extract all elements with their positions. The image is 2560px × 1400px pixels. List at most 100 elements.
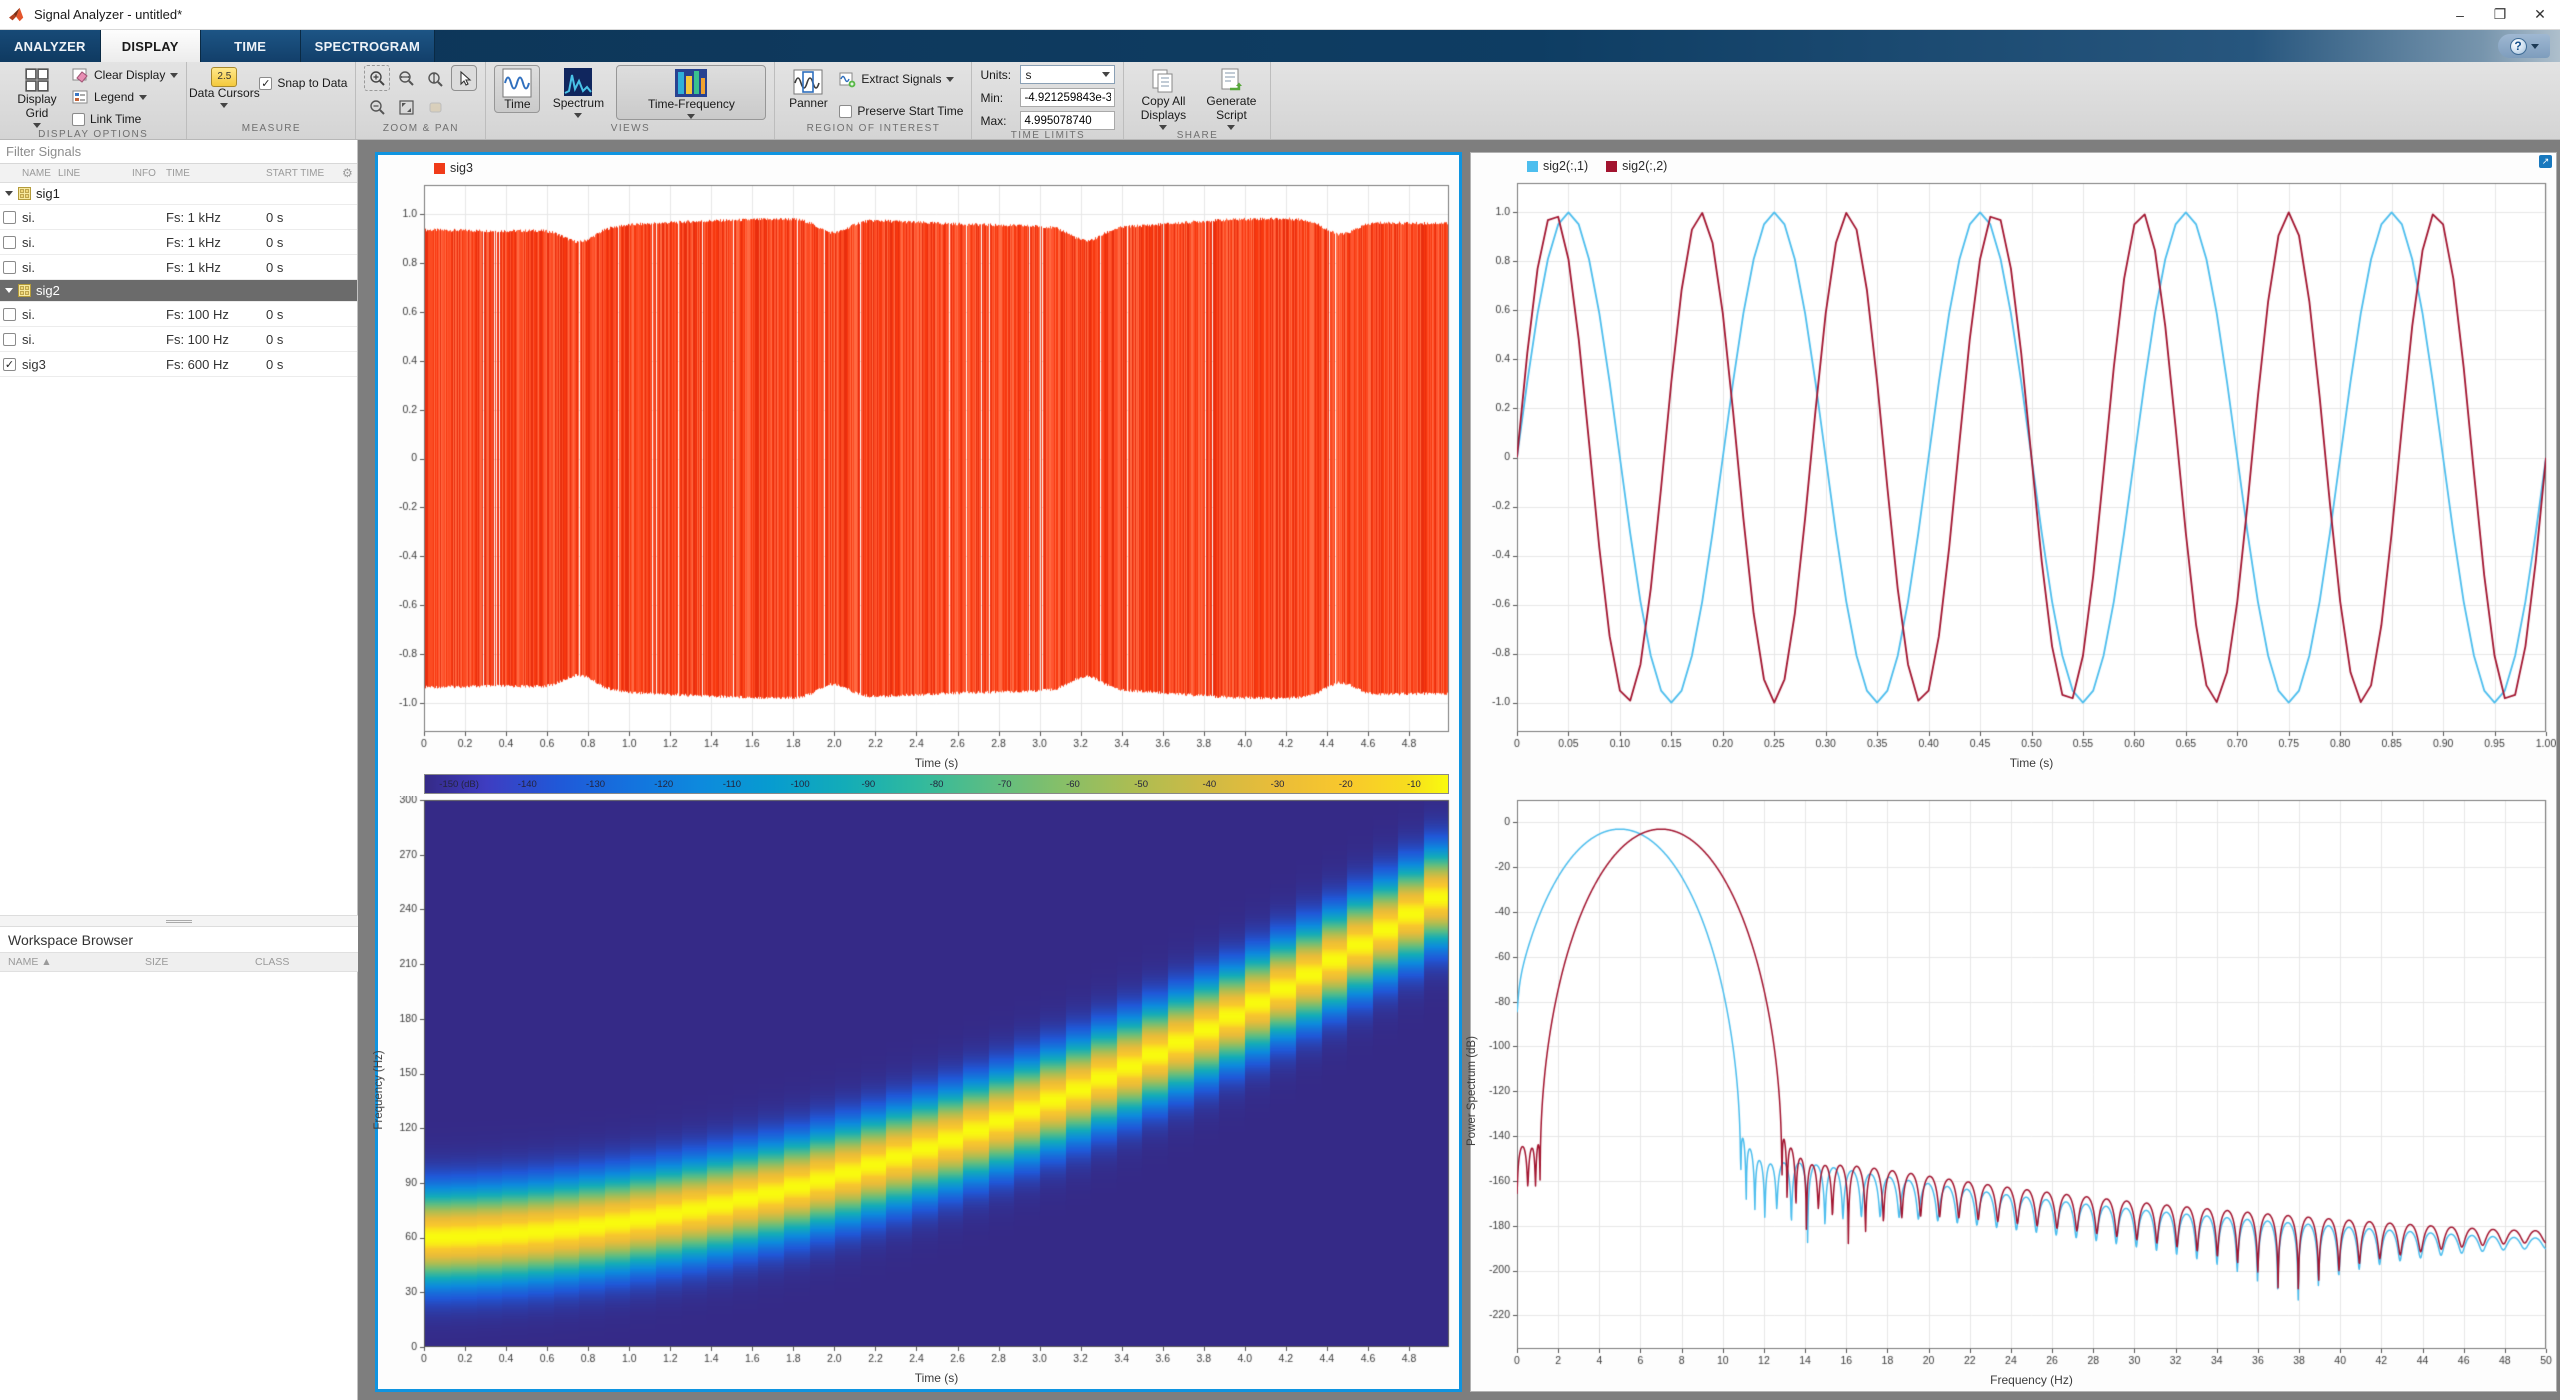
checkbox-unchecked-icon[interactable] bbox=[3, 261, 16, 274]
colorbar-tick: -130 bbox=[561, 779, 629, 790]
sig2-time-plot-canvas[interactable] bbox=[1471, 179, 2556, 756]
fit-to-view-button[interactable] bbox=[393, 94, 419, 120]
chevron-down-icon bbox=[946, 77, 954, 82]
filter-signals-input[interactable] bbox=[0, 140, 357, 164]
maximize-display-icon[interactable]: ↗ bbox=[2539, 155, 2552, 168]
section-zoom-pan: ZOOM & PAN bbox=[356, 62, 486, 139]
signal-row-si.[interactable]: si.Fs: 100 Hz0 s bbox=[0, 327, 357, 352]
chevron-down-icon bbox=[139, 95, 147, 100]
column-header[interactable]: INFO bbox=[132, 168, 166, 179]
colorbar-tick: -40 bbox=[1175, 779, 1243, 790]
checkbox-unchecked-icon[interactable] bbox=[3, 333, 16, 346]
column-header[interactable]: NAME bbox=[22, 168, 58, 179]
legend-button[interactable]: Legend bbox=[72, 87, 178, 107]
tab-analyzer[interactable]: ANALYZER bbox=[0, 30, 101, 62]
workspace-column-class[interactable]: CLASS bbox=[255, 956, 345, 968]
section-label-display-options: DISPLAY OPTIONS bbox=[0, 129, 186, 140]
sig3-spectrogram-canvas[interactable] bbox=[378, 796, 1459, 1371]
max-input[interactable] bbox=[1020, 111, 1115, 130]
time-frequency-view-button[interactable]: Time-Frequency bbox=[616, 65, 766, 120]
column-header[interactable]: LINE bbox=[58, 168, 132, 179]
display-grid-button[interactable]: Display Grid bbox=[8, 65, 66, 128]
zoom-in-button[interactable] bbox=[364, 65, 390, 91]
zoom-out-button[interactable] bbox=[364, 94, 390, 120]
time-view-button[interactable]: Time bbox=[494, 65, 540, 113]
data-cursors-label: Data Cursors bbox=[188, 87, 260, 101]
checkbox-unchecked-icon[interactable] bbox=[3, 236, 16, 249]
checkbox-checked-icon[interactable]: ✓ bbox=[3, 358, 16, 371]
extract-signals-button[interactable]: Extract Signals bbox=[839, 69, 963, 89]
signal-group-row-sig2[interactable]: sig2 bbox=[0, 280, 357, 302]
signal-name: si. bbox=[22, 332, 58, 347]
data-cursors-button[interactable]: 2.5 Data Cursors bbox=[195, 65, 253, 108]
pan-button[interactable] bbox=[422, 94, 448, 120]
sig2-spectrum-plot[interactable]: Power Spectrum (dB) bbox=[1471, 796, 2556, 1373]
time-frequency-view-label: Time-Frequency bbox=[648, 98, 735, 112]
legend-swatch bbox=[434, 163, 445, 174]
colorbar-tick: -60 bbox=[1039, 779, 1107, 790]
signal-row-sig3[interactable]: ✓sig3Fs: 600 Hz0 s bbox=[0, 352, 357, 377]
workspace-column-name[interactable]: NAME ▲ bbox=[0, 956, 145, 968]
signal-name: si. bbox=[22, 307, 58, 322]
display-2-legend: sig2(:,1)sig2(:,2) bbox=[1471, 153, 2556, 179]
spectrogram-xlabel: Time (s) bbox=[378, 1371, 1459, 1389]
checkbox-unchecked-icon[interactable] bbox=[3, 211, 16, 224]
tab-spectrogram[interactable]: SPECTROGRAM bbox=[301, 30, 435, 62]
sig3-spectrogram-plot[interactable]: Frequency (Hz) bbox=[378, 796, 1459, 1371]
copy-all-displays-button[interactable]: Copy All Displays bbox=[1132, 65, 1194, 130]
spectrum-ylabel: Power Spectrum (dB) bbox=[1466, 1036, 1478, 1146]
signal-group-row-sig1[interactable]: sig1 bbox=[0, 183, 357, 205]
min-input[interactable] bbox=[1020, 88, 1115, 107]
signal-row-si.[interactable]: si.Fs: 1 kHz0 s bbox=[0, 205, 357, 230]
minimize-button[interactable]: – bbox=[2440, 0, 2480, 30]
chevron-down-icon bbox=[220, 103, 228, 108]
pointer-tool-button[interactable] bbox=[451, 65, 477, 91]
sig3-time-xlabel: Time (s) bbox=[378, 756, 1459, 774]
close-button[interactable]: ✕ bbox=[2520, 0, 2560, 30]
section-display-options: Display Grid Clear Display bbox=[0, 62, 187, 139]
help-button[interactable]: ? bbox=[2498, 34, 2550, 58]
preserve-start-time-checkbox[interactable]: Preserve Start Time bbox=[839, 101, 963, 121]
clear-display-button[interactable]: Clear Display bbox=[72, 65, 178, 85]
generate-script-button[interactable]: Generate Script bbox=[1200, 65, 1262, 130]
display-grid-label: Display Grid bbox=[8, 93, 66, 121]
units-dropdown[interactable]: s bbox=[1020, 65, 1115, 84]
section-label-share: SHARE bbox=[1124, 130, 1270, 141]
display-2[interactable]: sig2(:,1)sig2(:,2) Time (s) Power Spectr… bbox=[1470, 152, 2557, 1392]
checkbox-unchecked-icon[interactable] bbox=[3, 308, 16, 321]
display-1-selected[interactable]: sig3 Time (s) -150 (dB)-140-130-120-110-… bbox=[375, 152, 1462, 1392]
signal-name: si. bbox=[22, 260, 58, 275]
column-header[interactable]: START TIME bbox=[266, 168, 342, 179]
panel-splitter[interactable] bbox=[0, 915, 358, 927]
signal-row-si.[interactable]: si.Fs: 1 kHz0 s bbox=[0, 255, 357, 280]
chevron-down-icon bbox=[687, 114, 695, 119]
collapse-triangle-icon[interactable] bbox=[5, 288, 13, 293]
colorbar-tick: -110 bbox=[698, 779, 766, 790]
snap-to-data-checkbox[interactable]: ✓ Snap to Data bbox=[259, 73, 347, 93]
spectrum-view-label: Spectrum bbox=[553, 97, 604, 111]
link-time-checkbox[interactable]: Link Time bbox=[72, 109, 178, 129]
spectrum-view-button[interactable]: Spectrum bbox=[546, 65, 610, 118]
gear-icon[interactable]: ⚙ bbox=[342, 166, 358, 180]
workspace-column-size[interactable]: SIZE bbox=[145, 956, 255, 968]
fit-to-view-icon bbox=[398, 99, 415, 116]
panner-button[interactable]: Panner bbox=[783, 65, 833, 111]
zoom-x-icon bbox=[398, 70, 415, 87]
signal-row-si.[interactable]: si.Fs: 100 Hz0 s bbox=[0, 302, 357, 327]
grid-2x2-icon bbox=[24, 67, 50, 93]
collapse-triangle-icon[interactable] bbox=[5, 191, 13, 196]
sig2-spectrum-canvas[interactable] bbox=[1471, 796, 2556, 1373]
sig2-time-plot[interactable] bbox=[1471, 179, 2556, 756]
tab-display[interactable]: DISPLAY bbox=[101, 30, 201, 62]
snap-to-data-label: Snap to Data bbox=[277, 76, 347, 90]
colorbar-tick: -30 bbox=[1243, 779, 1311, 790]
sig3-time-plot-canvas[interactable] bbox=[378, 181, 1459, 756]
signal-row-si.[interactable]: si.Fs: 1 kHz0 s bbox=[0, 230, 357, 255]
restore-button[interactable]: ❐ bbox=[2480, 0, 2520, 30]
zoom-y-button[interactable] bbox=[422, 65, 448, 91]
tab-time[interactable]: TIME bbox=[201, 30, 301, 62]
colorbar-tick: -150 (dB) bbox=[425, 779, 493, 790]
column-header[interactable]: TIME bbox=[166, 168, 266, 179]
sig3-time-plot[interactable] bbox=[378, 181, 1459, 756]
zoom-x-button[interactable] bbox=[393, 65, 419, 91]
